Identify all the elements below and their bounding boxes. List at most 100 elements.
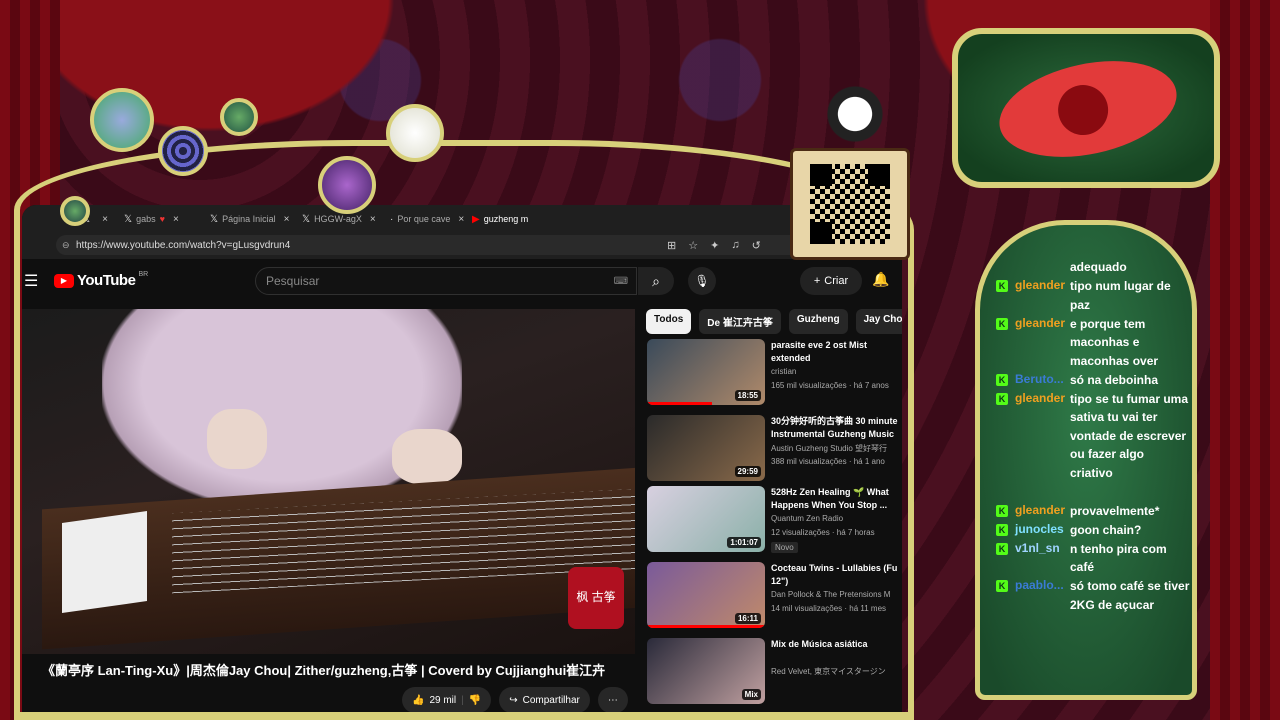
close-icon[interactable]: × <box>173 214 179 225</box>
close-icon[interactable]: × <box>458 214 464 225</box>
search-icon: ⌕ <box>652 272 660 289</box>
chip-guzheng[interactable]: Guzheng <box>788 309 848 334</box>
recommendation-title[interactable]: Mix de Música asiática <box>771 638 902 651</box>
notifications-bell-icon[interactable]: 🔔 <box>872 271 889 288</box>
thumbs-down-icon[interactable]: 👎 <box>469 695 481 706</box>
share-button[interactable]: ↪ Compartilhar <box>499 687 590 713</box>
recommendation-channel[interactable]: Red Velvet, 東京マイスタージン <box>771 666 902 677</box>
duration-badge: 29:59 <box>734 466 761 477</box>
recommendation-channel[interactable]: Quantum Zen Radio <box>771 514 902 523</box>
chat-username[interactable]: gleander <box>1015 391 1065 405</box>
chat-message-text: tipo se tu fumar uma sativa tu vai ter v… <box>1070 391 1189 480</box>
chat-username[interactable]: Beruto... <box>1015 372 1064 386</box>
kick-badge-icon: K <box>996 504 1008 517</box>
recommendation-channel[interactable]: Austin Guzheng Studio 望好琴行 <box>771 443 902 454</box>
recommendation-channel[interactable]: cristian <box>771 367 902 376</box>
kick-badge-icon: K <box>996 392 1008 405</box>
video-actions: 👍 29 mil | 👎 ↪ Compartilhar ⋯ <box>402 687 628 713</box>
more-actions-button[interactable]: ⋯ <box>597 687 628 713</box>
recommendation-title[interactable]: Cocteau Twins - Lullabies (Fu 12") <box>771 562 902 588</box>
menu-icon[interactable]: ☰ <box>24 271 38 291</box>
watch-progress-bar <box>647 402 712 405</box>
recommendation-title[interactable]: 528Hz Zen Healing 🌱 What Happens When Yo… <box>771 486 902 512</box>
browser-tab[interactable]: 𝕏gabs ♥ × <box>124 210 204 228</box>
chat-username[interactable]: v1nl_sn <box>1015 541 1060 555</box>
kick-badge-icon: K <box>996 542 1008 555</box>
x-icon: 𝕏 <box>210 213 219 225</box>
recommendation-title[interactable]: 30分钟好听的古筝曲 30 minute Instrumental Guzhen… <box>771 415 902 441</box>
chat-username[interactable]: gleander <box>1015 278 1065 292</box>
curtain-valance-left <box>0 0 420 150</box>
red-eye-art <box>990 46 1186 172</box>
duration-badge: 16:11 <box>734 613 761 624</box>
create-button[interactable]: + Criar <box>800 267 862 295</box>
close-icon[interactable]: × <box>284 214 290 225</box>
browser-window: 𝕏× 𝕏gabs♥× 𝕏Página Inicial× 𝕏HGGW-agX× ·… <box>22 205 902 720</box>
chat-username[interactable]: junocles <box>1015 522 1064 536</box>
chip-jay-chou[interactable]: Jay Chou <box>855 309 902 334</box>
duration-badge: 18:55 <box>734 390 761 401</box>
site-info-icon[interactable]: ⊖ <box>62 240 70 251</box>
video-thumbnail[interactable]: Mix <box>647 638 765 704</box>
generic-icon: · <box>390 213 394 225</box>
recommendation-item[interactable]: 18:55 parasite eve 2 ost Mist extended cri… <box>647 339 902 409</box>
video-thumbnail[interactable]: 18:55 <box>647 339 765 405</box>
youtube-logo[interactable]: ▶ YouTube BR <box>54 271 148 289</box>
chat-username[interactable]: paablo... <box>1015 578 1064 592</box>
recommendation-meta: 14 mil visualizações · há 11 mes <box>771 604 887 613</box>
extension-icon[interactable]: ✦ <box>710 239 719 252</box>
history-icon[interactable]: ↺ <box>752 239 761 252</box>
chat-message-text: goon chain? <box>1070 522 1142 537</box>
small-orb <box>60 196 90 226</box>
recommendation-channel[interactable]: Dan Pollock & The Pretensions M <box>771 590 902 599</box>
kick-badge-icon: K <box>996 523 1008 536</box>
browser-tab-active[interactable]: ▶ guzheng m <box>472 210 552 228</box>
install-app-icon[interactable]: ⊞ <box>667 239 676 252</box>
like-button[interactable]: 👍 29 mil | 👎 <box>402 687 492 713</box>
plus-icon: + <box>813 275 821 287</box>
jester-mascot <box>820 70 890 150</box>
search-input[interactable]: Pesquisar ⌨ <box>255 267 637 295</box>
chat-username[interactable]: gleander <box>1015 316 1065 330</box>
video-thumbnail[interactable]: 16:11 <box>647 562 765 628</box>
star-orb <box>220 98 258 136</box>
close-icon[interactable]: × <box>102 214 108 225</box>
close-icon[interactable]: × <box>370 214 376 225</box>
chat-username[interactable]: gleander <box>1015 503 1065 517</box>
keyboard-icon[interactable]: ⌨ <box>614 276 628 287</box>
chip-all[interactable]: Todos <box>646 309 692 334</box>
recommendation-meta: 12 visualizações · há 7 horas <box>771 528 875 537</box>
share-icon: ↪ <box>509 694 518 706</box>
chat-message-text: provavelmente* <box>1070 503 1160 518</box>
recommendation-item[interactable]: 16:11 Cocteau Twins - Lullabies (Fu 12") D… <box>647 562 902 632</box>
recommendation-item[interactable]: Mix Mix de Música asiática Red Velvet, 東京マ… <box>647 638 902 708</box>
bookmark-star-icon[interactable]: ☆ <box>688 239 698 252</box>
recommendation-meta: 165 mil visualizações · há 7 anos <box>771 381 889 390</box>
video-player[interactable]: 枫 古筝 <box>22 309 635 654</box>
video-thumbnail[interactable]: 29:59 <box>647 415 765 481</box>
stream-overlay-scene: 𝕏× 𝕏gabs♥× 𝕏Página Inicial× 𝕏HGGW-agX× ·… <box>0 0 1280 720</box>
address-bar: ⊖ https://www.youtube.com/watch?v=gLusgv… <box>22 231 902 259</box>
chat-message-text: adequado <box>1070 260 1127 274</box>
chip-channel[interactable]: De 崔江卉古筝 <box>699 309 781 334</box>
voice-search-button[interactable]: 🎙 <box>688 267 716 295</box>
chat-message-text: e porque tem maconhas e maconhas over <box>1070 316 1159 368</box>
duration-badge: Mix <box>741 689 761 700</box>
curtain-right <box>1210 0 1280 720</box>
thumbs-up-icon: 👍 <box>412 694 425 706</box>
duration-badge: 1:01:07 <box>727 537 761 548</box>
microphone-icon: 🎙 <box>694 274 710 288</box>
browser-tab[interactable]: 𝕏 Página Inicial × <box>210 210 296 228</box>
media-icon[interactable]: ♫ <box>731 239 739 252</box>
new-badge: Novo <box>771 542 798 553</box>
kick-badge-icon: K <box>996 280 1008 293</box>
recommendation-item[interactable]: 29:59 30分钟好听的古筝曲 30 minute Instrumental G… <box>647 415 902 485</box>
recommendation-meta: 388 mil visualizações · há 1 ano <box>771 457 885 466</box>
heart-icon: ♥ <box>159 214 165 224</box>
search-button[interactable]: ⌕ <box>638 267 674 295</box>
recommendation-title[interactable]: parasite eve 2 ost Mist extended <box>771 339 902 365</box>
browser-tab[interactable]: · Por que cave × <box>390 210 480 228</box>
x-icon: 𝕏 <box>302 213 311 225</box>
recommendation-item[interactable]: 1:01:07 528Hz Zen Healing 🌱 What Happens … <box>647 486 902 556</box>
video-thumbnail[interactable]: 1:01:07 <box>647 486 765 552</box>
